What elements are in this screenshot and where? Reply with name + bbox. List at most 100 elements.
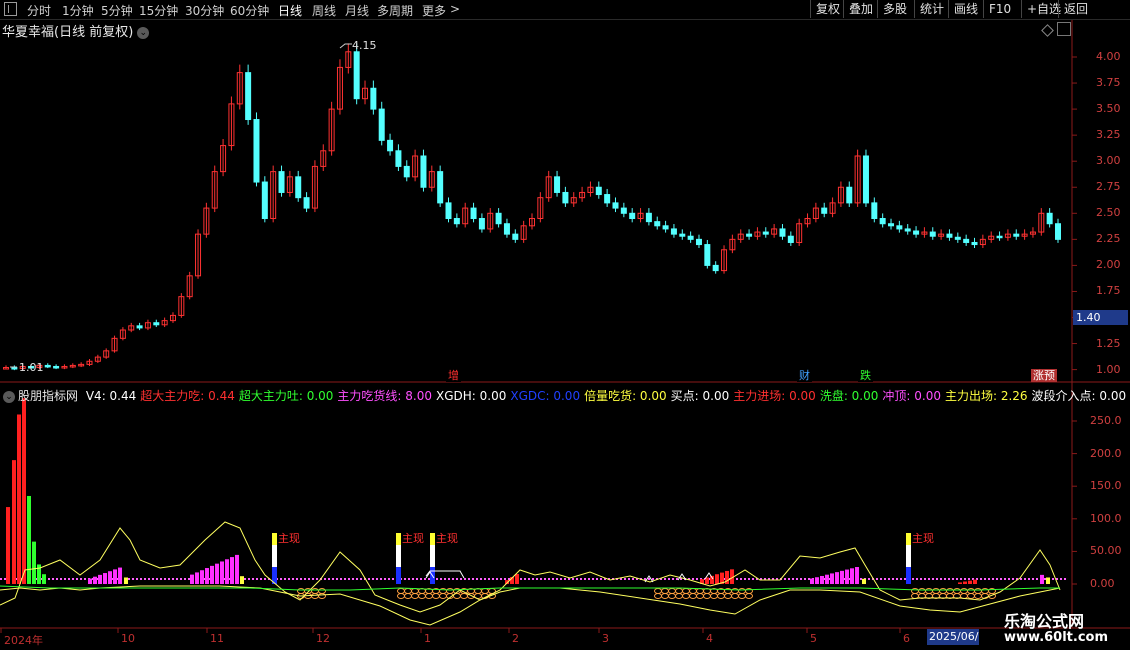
indicator-dropdown-icon[interactable]: ⌄	[3, 390, 15, 403]
indicator-bar	[515, 574, 519, 584]
indicator-bar	[1040, 574, 1044, 584]
candle-body	[403, 165, 410, 178]
candle-body	[453, 218, 460, 225]
chain-link	[318, 588, 326, 594]
candle-body	[353, 51, 360, 100]
candle-body	[904, 228, 911, 232]
indicator-fields: V4: 0.44 超大主力吃: 0.44 超大主力吐: 0.00 主力吃货线: 8.0…	[86, 389, 1130, 403]
candle-body	[387, 139, 394, 152]
low-price-label: 1.01	[19, 361, 44, 374]
chain-link	[738, 593, 746, 599]
chain-link	[675, 593, 683, 599]
indicator-bar	[862, 578, 866, 584]
chain-link	[460, 593, 468, 599]
price-tick-label: 2.50	[1096, 206, 1121, 220]
candle-body	[879, 218, 886, 225]
indicator-field-8: 主力进场: 0.00	[733, 389, 816, 403]
chain-link	[939, 588, 947, 594]
candle-body	[478, 218, 485, 230]
candle-body	[554, 176, 561, 193]
signal-label: 主现	[912, 532, 934, 545]
indicator-bar	[840, 570, 844, 584]
chain-link	[432, 593, 440, 599]
ind-tick-label: 100.0	[1090, 511, 1122, 525]
candle-body	[604, 194, 611, 204]
chain-link	[703, 593, 711, 599]
chain-link	[717, 593, 725, 599]
candle-body	[679, 233, 686, 237]
x-axis-label: 3	[602, 632, 609, 645]
candle-body	[495, 212, 502, 225]
event-tag-3[interactable]: 涨预	[1031, 369, 1057, 382]
volume-bar	[42, 574, 46, 584]
candle-body	[420, 155, 427, 188]
chain-link	[967, 588, 975, 594]
ind-tick-label: 150.0	[1090, 479, 1122, 493]
x-axis-label: 1	[424, 632, 431, 645]
candle-body	[562, 191, 569, 204]
volume-bar	[32, 541, 36, 584]
chain-link	[318, 593, 326, 599]
indicator-bar	[103, 573, 107, 584]
indicator-field-3: 主力吃货线: 8.00	[337, 389, 432, 403]
event-tag-2[interactable]: 跌	[858, 369, 873, 382]
indicator-bar	[98, 574, 102, 584]
oscillator-line-green	[0, 585, 1060, 591]
chain-link	[724, 593, 732, 599]
price-tick-label: 2.75	[1096, 180, 1121, 194]
event-tag-0[interactable]: 增	[446, 369, 461, 382]
indicator-bar	[108, 571, 112, 584]
indicator-field-6: 倍量吃货: 0.00	[584, 389, 667, 403]
candle-body	[712, 264, 719, 272]
x-axis-label: 11	[210, 632, 224, 645]
candle-body	[963, 238, 970, 243]
chain-link	[481, 588, 489, 594]
price-tick-label: 1.75	[1096, 284, 1121, 298]
candle-body	[645, 212, 652, 223]
candle-body	[662, 225, 669, 230]
chain-link	[311, 593, 319, 599]
chain-link	[668, 593, 676, 599]
indicator-bar	[230, 557, 234, 584]
oscillator-line-1	[0, 521, 1061, 613]
cursor-date-box: 2025/06/	[927, 629, 979, 645]
indicator-bar	[973, 579, 977, 584]
candle-body	[888, 223, 895, 227]
indicator-bar	[215, 563, 219, 584]
candle-body	[253, 119, 260, 183]
chain-link	[925, 588, 933, 594]
candle-body	[687, 235, 694, 240]
chain-link	[974, 593, 982, 599]
indicator-field-4: XGDH: 0.00	[436, 389, 507, 403]
candle-body	[896, 225, 903, 230]
chain-link	[696, 593, 704, 599]
indicator-bar	[210, 565, 214, 584]
chart-canvas	[0, 20, 1130, 633]
price-tick-label: 3.00	[1096, 154, 1121, 168]
chain-link	[411, 593, 419, 599]
chain-link	[932, 588, 940, 594]
indicator-bar	[850, 568, 854, 584]
indicator-bar	[963, 581, 967, 584]
chain-link	[696, 588, 704, 594]
candle-body	[779, 228, 786, 237]
chain-link	[689, 588, 697, 594]
ind-tick-label: 250.0	[1090, 414, 1122, 427]
candle-body	[503, 223, 510, 235]
chain-link	[439, 593, 447, 599]
signal-mid	[906, 545, 911, 567]
candle-body	[1046, 212, 1053, 225]
x-axis-label: 2024年	[4, 634, 43, 647]
price-tick-label: 3.25	[1096, 128, 1121, 142]
event-tag-1[interactable]: 财	[797, 369, 812, 382]
chain-link	[682, 588, 690, 594]
chain-link	[731, 588, 739, 594]
indicator-bar	[124, 577, 128, 584]
chain-link	[738, 588, 746, 594]
chain-link	[661, 593, 669, 599]
indicator-field-0: V4: 0.44	[85, 389, 137, 403]
signal-bottom	[396, 567, 401, 584]
candle-body	[704, 244, 711, 266]
chain-link	[654, 588, 662, 594]
indicator-bar	[195, 572, 199, 584]
